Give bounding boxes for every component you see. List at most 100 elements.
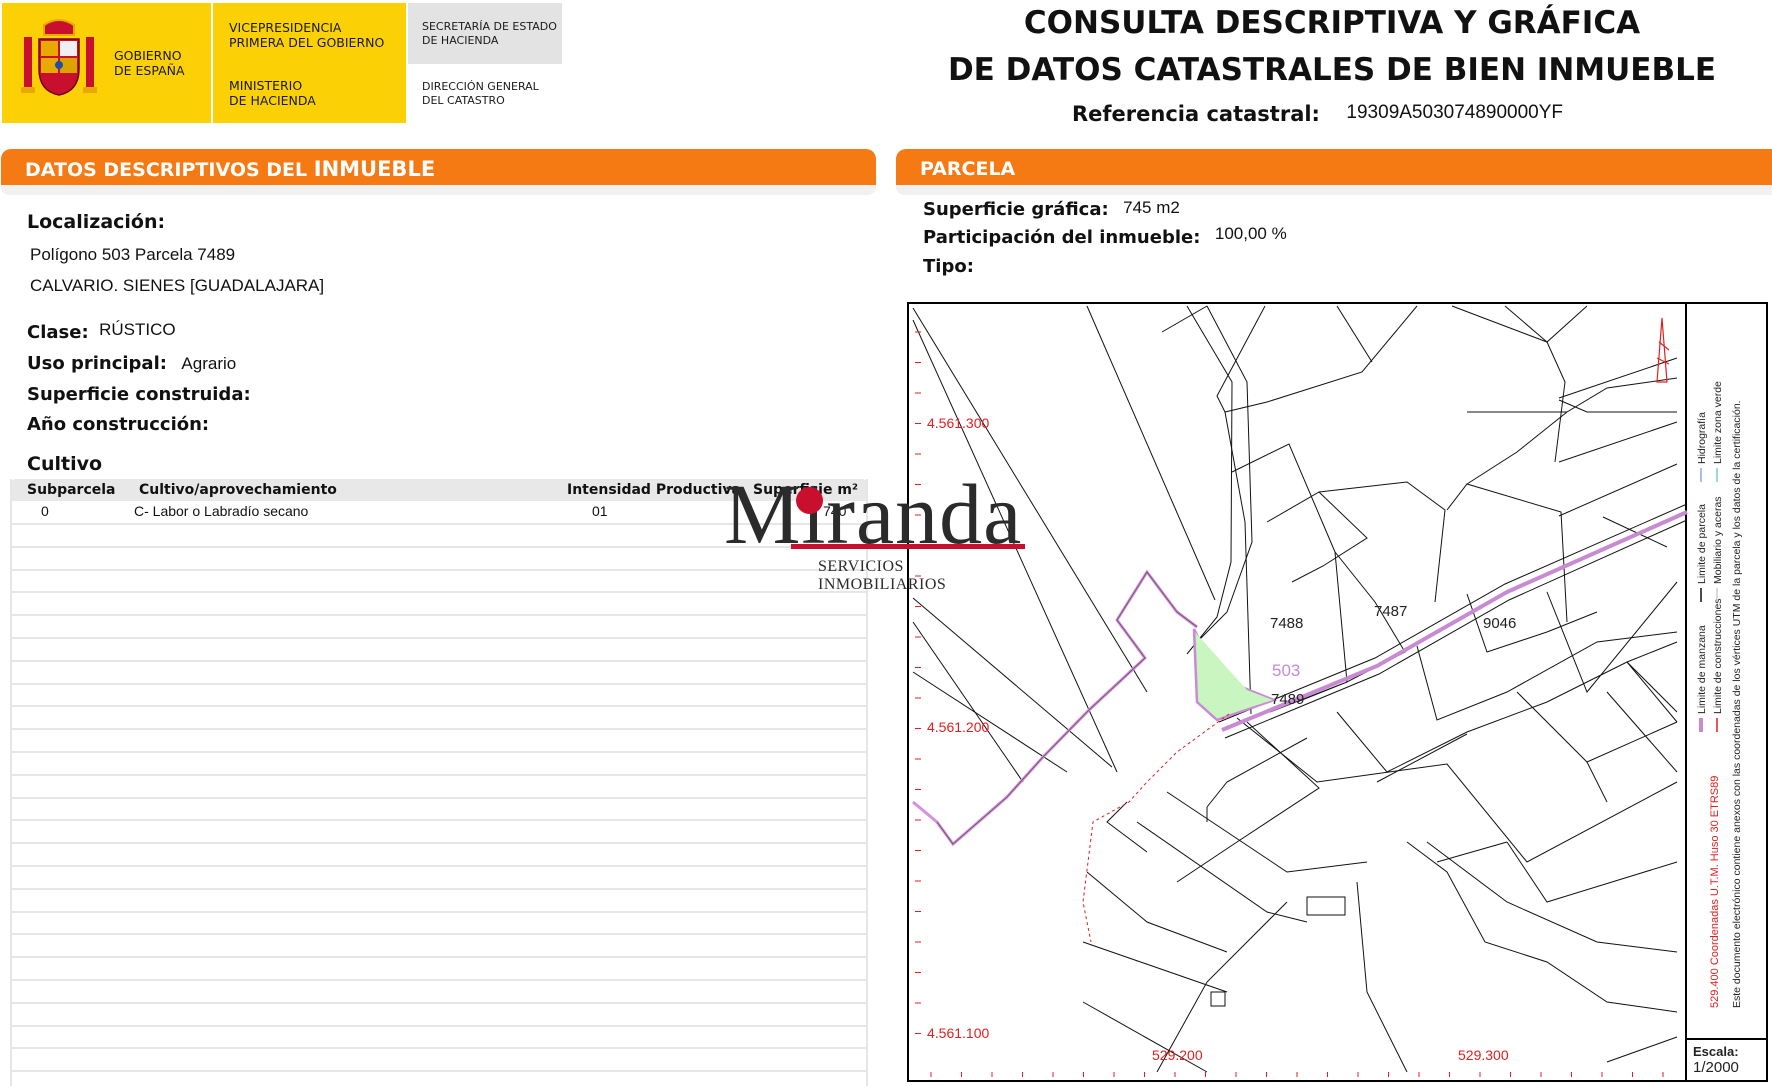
direccion-logo: DIRECCIÓN GENERAL DEL CATASTRO — [422, 80, 539, 108]
ministerio-line2: DE HACIENDA — [229, 93, 316, 108]
title-line2: DE DATOS CATASTRALES DE BIEN INMUEBLE — [947, 52, 1717, 88]
col-subparcela: Subparcela — [27, 482, 116, 498]
datos-heading-a: DATOS DESCRIPTIVOS DEL — [25, 159, 314, 181]
parcela-heading-strip — [896, 185, 1772, 195]
y-coord-2: 4.561.200 — [927, 719, 989, 735]
legend-zona-verde: Limite zona verde — [1712, 381, 1724, 464]
table-row-line — [10, 1070, 868, 1072]
legend-mobiliario: Mobiliario y aceras — [1712, 496, 1724, 584]
y-coord-1: 4.561.300 — [927, 415, 989, 431]
gobierno-line1: GOBIERNO — [114, 48, 182, 63]
legend-manzana: Limite de manzana — [1696, 625, 1708, 714]
watermark-underline — [791, 544, 1025, 549]
doc-note: Este documento electrónico contiene anex… — [1731, 400, 1743, 1008]
participacion-row: Participación del inmueble: 100,00 % — [923, 224, 1287, 248]
miranda-watermark: Miranda SERVICIOS INMOBILIARIOS — [724, 466, 1034, 593]
coat-of-arms-icon — [21, 19, 97, 96]
uso-label: Uso principal: — [27, 353, 167, 374]
table-row-line — [10, 774, 868, 776]
clase-value: RÚSTICO — [99, 320, 176, 339]
secretaria-line2: DE HACIENDA — [422, 34, 499, 47]
table-left-border — [10, 479, 12, 1086]
table-row-line — [10, 683, 868, 685]
label-503: 503 — [1272, 661, 1300, 680]
table-row-line — [10, 1025, 868, 1027]
label-9046: 9046 — [1483, 615, 1516, 632]
table-row-line — [10, 614, 868, 616]
table-row-line — [10, 705, 868, 707]
legend-parcela: Limite de parcela — [1696, 504, 1708, 584]
cultivo-title: Cultivo — [27, 453, 103, 475]
table-row-line — [10, 865, 868, 867]
y-coord-3: 4.561.100 — [927, 1025, 989, 1041]
secretaria-logo: SECRETARÍA DE ESTADO DE HACIENDA — [408, 3, 562, 64]
table-row-line — [10, 1002, 868, 1004]
localizacion-line2: CALVARIO. SIENES [GUADALAJARA] — [30, 276, 325, 295]
col-cultivo: Cultivo/aprovechamiento — [139, 482, 337, 498]
coord-note: 529.400 Coordenadas U.T.M. Huso 30 ETRS8… — [1709, 776, 1721, 1008]
datos-heading: DATOS DESCRIPTIVOS DEL INMUEBLE — [1, 149, 876, 187]
cadastral-map[interactable]: 7488 7487 9046 503 7489 4.561.300 4.561.… — [907, 302, 1768, 1082]
title-line1: CONSULTA DESCRIPTIVA Y GRÁFICA — [1023, 5, 1641, 41]
label-7487: 7487 — [1374, 603, 1407, 620]
scale-label: Escala: — [1693, 1044, 1739, 1059]
table-row-line — [10, 956, 868, 958]
table-row-line — [10, 888, 868, 890]
document-title: CONSULTA DESCRIPTIVA Y GRÁFICA DE DATOS … — [892, 0, 1772, 94]
gobierno-logo: GOBIERNO DE ESPAÑA — [2, 3, 211, 123]
legend-construcciones: Limite de construcciones — [1712, 598, 1724, 714]
uso-value: Agrario — [181, 354, 237, 373]
parcela-heading: PARCELA — [896, 149, 1772, 187]
localizacion-label: Localización: — [27, 211, 166, 233]
clase-label: Clase: — [27, 322, 89, 343]
table-row-line — [10, 660, 868, 662]
ref-label: Referencia catastral: — [1072, 102, 1320, 126]
watermark-subtitle: SERVICIOS INMOBILIARIOS — [818, 558, 947, 593]
cell-intensidad: 01 — [592, 503, 608, 519]
secretaria-line1: SECRETARÍA DE ESTADO — [422, 20, 557, 33]
participacion-value: 100,00 % — [1214, 224, 1287, 243]
table-row-line — [10, 1047, 868, 1049]
col-intensidad: Intensidad Productiva — [567, 482, 741, 498]
superficie-grafica-label: Superficie gráfica: — [923, 199, 1109, 220]
table-row-line — [10, 979, 868, 981]
referencia-catastral: Referencia catastral: 19309A503074890000… — [1072, 102, 1563, 127]
cell-cultivo: C- Labor o Labradío secano — [134, 503, 309, 519]
vicepresidencia-line1: VICEPRESIDENCIA — [229, 20, 342, 35]
ministerio-line1: MINISTERIO — [229, 78, 303, 93]
table-row-line — [10, 728, 868, 730]
superficie-grafica-row: Superficie gráfica: 745 m2 — [923, 198, 1180, 220]
ref-value: 19309A503074890000YF — [1346, 102, 1564, 123]
table-row-line — [10, 819, 868, 821]
participacion-label: Participación del inmueble: — [923, 227, 1201, 248]
superficie-grafica-value: 745 m2 — [1123, 198, 1180, 217]
watermark-name: Miranda — [724, 466, 1023, 562]
parcela-heading-text: PARCELA — [920, 158, 1016, 180]
label-7488: 7488 — [1270, 615, 1303, 632]
superficie-construida-label: Superficie construida: — [27, 384, 251, 405]
label-7489: 7489 — [1271, 691, 1304, 708]
table-row-line — [10, 842, 868, 844]
x-coord-2: 529.300 — [1458, 1047, 1509, 1063]
direccion-line2: DEL CATASTRO — [422, 94, 505, 107]
localizacion-line1: Polígono 503 Parcela 7489 — [30, 245, 236, 264]
x-coord-1: 529.200 — [1152, 1047, 1203, 1063]
table-row-line — [10, 911, 868, 913]
direccion-line1: DIRECCIÓN GENERAL — [422, 80, 539, 93]
ministerio-logo: VICEPRESIDENCIA PRIMERA DEL GOBIERNO MIN… — [213, 3, 406, 123]
table-row-line — [10, 933, 868, 935]
tipo-label: Tipo: — [923, 256, 974, 277]
datos-heading-b: INMUEBLE — [313, 157, 436, 181]
vicepresidencia-line2: PRIMERA DEL GOBIERNO — [229, 35, 385, 50]
legend-hidrografia: Hidrografía — [1696, 412, 1708, 464]
datos-heading-strip — [1, 185, 876, 195]
table-row-line — [10, 797, 868, 799]
scale-value: 1/2000 — [1693, 1059, 1739, 1076]
table-row-line — [10, 591, 868, 593]
table-row-line — [10, 637, 868, 639]
table-row-line — [10, 751, 868, 753]
watermark-dot-icon — [796, 487, 823, 514]
uso-row: Uso principal: Agrario — [27, 353, 236, 374]
anio-construccion-label: Año construcción: — [27, 414, 210, 435]
clase-row: Clase: RÚSTICO — [27, 320, 176, 343]
